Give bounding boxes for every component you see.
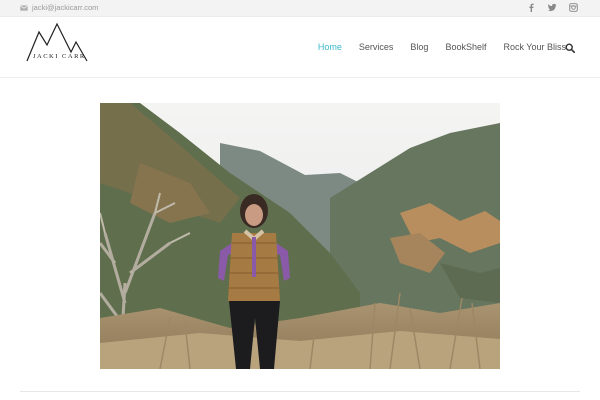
nav-item-blog[interactable]: Blog	[410, 42, 428, 52]
social-links	[527, 3, 578, 12]
facebook-icon[interactable]	[527, 3, 536, 12]
nav-item-services[interactable]: Services	[359, 42, 394, 52]
email-text: jacki@jackicarr.com	[32, 3, 99, 12]
top-bar: jacki@jackicarr.com	[0, 0, 600, 17]
main-nav: Home Services Blog BookShelf Rock Your B…	[318, 42, 566, 52]
envelope-icon	[20, 4, 28, 11]
nav-item-bookshelf[interactable]: BookShelf	[445, 42, 486, 52]
logo-text: JACKI CARR	[33, 53, 86, 60]
hero-image	[100, 103, 500, 369]
nav-item-rock-your-bliss[interactable]: Rock Your Bliss	[503, 42, 566, 52]
content-divider	[20, 391, 580, 392]
instagram-icon[interactable]	[569, 3, 578, 12]
search-icon[interactable]	[565, 43, 575, 53]
contact-email[interactable]: jacki@jackicarr.com	[20, 3, 98, 12]
mountain-logo-icon[interactable]	[26, 21, 88, 71]
site-header: JACKI CARR Home Services Blog BookShelf …	[0, 17, 600, 78]
twitter-icon[interactable]	[548, 3, 557, 12]
nav-item-home[interactable]: Home	[318, 42, 342, 52]
